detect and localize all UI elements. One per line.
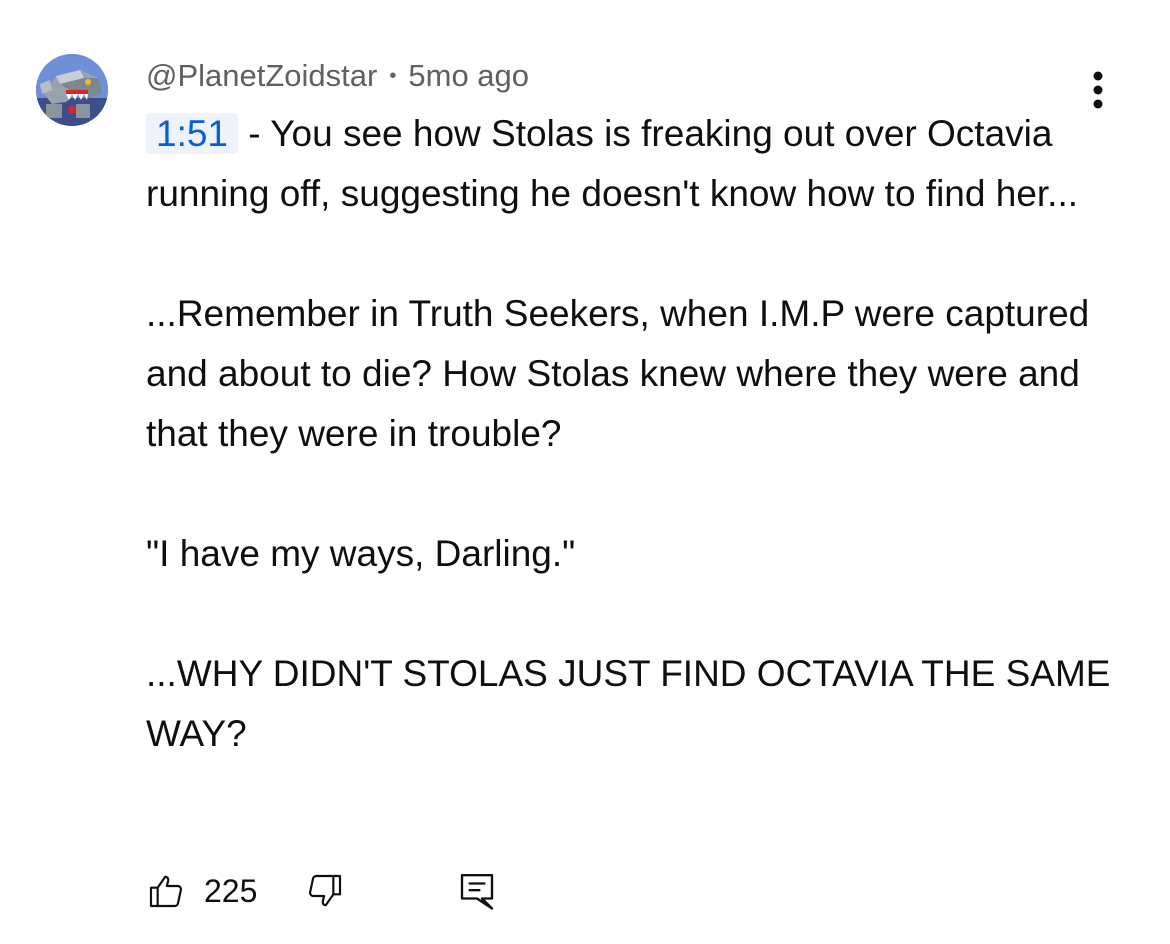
comment-paragraph-1-text: - You see how Stolas is freaking out ove… <box>146 113 1079 214</box>
comment-actions: 225 <box>146 866 497 916</box>
comment-body: 1:51 - You see how Stolas is freaking ou… <box>146 104 1136 764</box>
author-handle[interactable]: @PlanetZoidstar <box>146 58 377 94</box>
comment-header: @PlanetZoidstar • 5mo ago <box>146 56 529 96</box>
avatar[interactable] <box>36 54 108 126</box>
reply-button[interactable] <box>457 870 497 912</box>
robot-dinosaur-avatar-image <box>36 54 108 126</box>
reply-comment-icon <box>461 874 494 910</box>
like-count: 225 <box>204 872 258 909</box>
separator-dot: • <box>389 64 397 87</box>
comment-paragraph-2: ...Remember in Truth Seekers, when I.M.P… <box>146 293 1090 454</box>
comment-age: 5mo ago <box>408 58 530 93</box>
dislike-button[interactable] <box>305 871 345 911</box>
comment-paragraph-3: "I have my ways, Darling." <box>146 533 576 574</box>
comment-paragraph-1: 1:51 - You see how Stolas is freaking ou… <box>146 104 1136 224</box>
thumbs-down-icon <box>309 874 342 907</box>
timestamp-link[interactable]: 1:51 <box>146 113 239 154</box>
like-button[interactable] <box>146 871 186 911</box>
comment-paragraph-4: ...WHY DIDN'T STOLAS JUST FIND OCTAVIA T… <box>146 653 1111 754</box>
thumbs-up-icon <box>149 875 183 908</box>
